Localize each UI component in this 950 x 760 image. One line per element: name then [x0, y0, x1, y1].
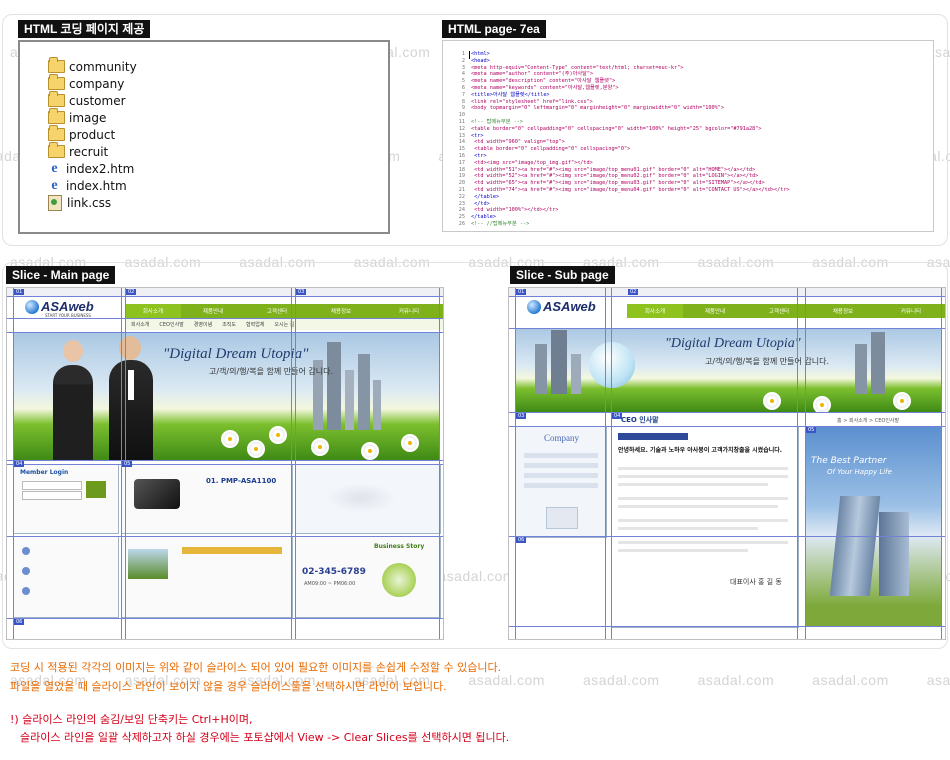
globe-icon: [25, 300, 39, 314]
globe-icon: [527, 300, 541, 314]
folder-icon: [48, 108, 65, 124]
mock-nav-tab: 제품안내: [181, 304, 245, 318]
file-name: customer: [69, 93, 126, 108]
html-file-icon: e: [51, 178, 58, 193]
file-row[interactable]: image: [48, 108, 107, 126]
mock-map-box: [295, 464, 441, 534]
file-row[interactable]: link.css: [48, 194, 111, 211]
mock-login-box: Member Login: [13, 464, 119, 534]
folder-icon: [48, 74, 65, 90]
file-name: recruit: [69, 144, 109, 159]
mock-left-menu: Company: [515, 426, 607, 538]
note-line-2: 파일을 열었을 때 슬라이스 라인이 보이지 않을 경우 슬라이스툴을 선택하시…: [10, 680, 447, 693]
mock-subnav: 회사소개 CEO인사말 경영이념 조직도 협력업체 오시는 길: [125, 318, 443, 330]
mock-nav-tab: 회사소개: [125, 304, 181, 318]
mock-contact-box: 02-345-6789 AM09:00 ~ PM06:00 Business S…: [295, 536, 441, 618]
note-line-1: 코딩 시 적용된 각각의 이미지는 위와 같이 슬라이스 되어 있어 필요한 이…: [10, 661, 502, 674]
mock-nav-tab: 고객센터: [245, 304, 309, 318]
files-section-title: HTML 코딩 페이지 제공: [18, 20, 151, 38]
mock-sub-nav: 회사소개 제품안내 고객센터 채용정보 커뮤니티: [627, 304, 945, 318]
banner-title: "Digital Dream Utopia": [665, 336, 801, 351]
banner-subtitle: 고/객/의/행/복을 함께 만들어 갑니다.: [705, 357, 829, 366]
file-row[interactable]: product: [48, 125, 116, 143]
file-row[interactable]: community: [48, 57, 137, 75]
file-row[interactable]: recruit: [48, 142, 109, 160]
mock-logo: ASAweb: [41, 299, 94, 314]
html-file-icon: e: [51, 161, 58, 176]
css-file-icon: [48, 194, 62, 211]
note-line-3: !) 슬라이스 라인의 숨김/보임 단축키는 Ctrl+H이며,: [10, 713, 253, 726]
mock-greeting: 안녕하세요. 기술과 노하우 아사봉이 고객가치창출을 시켰습니다. 대표이사 …: [611, 426, 799, 628]
file-name: product: [69, 127, 116, 142]
mock-partner-image: The Best Partner Of Your Happy Life: [805, 426, 941, 626]
sub-breadcrumb: 홈 > 회사소개 > CEO인사말: [837, 418, 900, 424]
mock-product-box: 01. PMP-ASA1100: [121, 464, 293, 534]
code-line: 12 <table border="0" cellpadding="0" cell…: [458, 125, 762, 132]
mock-nav-tab: 채용정보: [309, 304, 373, 318]
folder-icon: [48, 57, 65, 73]
mock-nav-tab: 커뮤니티: [373, 304, 443, 318]
banner-title: "Digital Dream Utopia": [163, 346, 309, 362]
sub-page-heading: CEO 인사말: [621, 416, 659, 424]
file-row[interactable]: e index.htm: [48, 177, 127, 194]
woman-figure: [53, 365, 93, 460]
code-line: 9 <body topmargin="0" leftmargin="0" marg…: [461, 105, 724, 112]
sub-slice-title: Slice - Sub page: [510, 266, 615, 284]
code-line: 26 <!-- //탑메뉴부분 -->: [458, 221, 530, 227]
mock-sub-banner: "Digital Dream Utopia" 고/객/의/행/복을 함께 만들어…: [515, 328, 941, 412]
mock-logo: ASAweb: [543, 299, 596, 314]
sub-page-slice-preview: ASAweb 회사소개 제품안내 고객센터 채용정보 커뮤니티 "Digital…: [508, 287, 946, 640]
code-view: 1 <html> 2 <head> 3 <meta http-equiv="Content…: [442, 40, 934, 232]
note-line-4: 슬라이스 라인을 일괄 삭제하고자 하실 경우에는 포토샵에서 View -> …: [20, 731, 510, 744]
file-name: index2.htm: [66, 161, 135, 176]
mock-menu-box: [13, 536, 119, 618]
mock-main-nav: 회사소개 제품안내 고객센터 채용정보 커뮤니티: [125, 304, 443, 318]
folder-icon: [48, 91, 65, 107]
folder-icon: [48, 142, 65, 158]
file-name: index.htm: [66, 178, 127, 193]
file-row[interactable]: e index2.htm: [48, 160, 134, 177]
main-slice-title: Slice - Main page: [6, 266, 116, 284]
file-name: company: [69, 76, 125, 91]
file-name: image: [69, 110, 107, 125]
banner-subtitle: 고/객/의/행/복을 함께 만들어 갑니다.: [209, 367, 333, 376]
file-row[interactable]: customer: [48, 91, 126, 109]
code-section-title: HTML page- 7ea: [442, 20, 546, 38]
mock-main-banner: "Digital Dream Utopia" 고/객/의/행/복을 함께 만들어…: [13, 332, 439, 460]
main-page-slice-preview: ASAweb START YOUR BUSINESS 회사소개 제품안내 고객센…: [6, 287, 444, 640]
file-name: link.css: [67, 195, 112, 210]
mock-news-box: [121, 536, 293, 618]
file-name: community: [69, 59, 137, 74]
file-list: community company customer image product recr…: [18, 40, 390, 234]
folder-icon: [48, 125, 65, 141]
file-row[interactable]: company: [48, 74, 125, 92]
